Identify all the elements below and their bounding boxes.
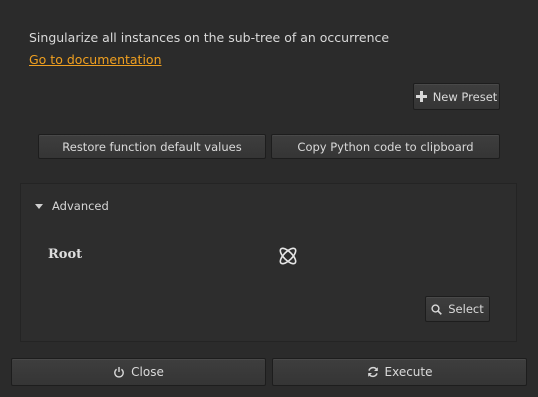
restore-defaults-button[interactable]: Restore function default values (38, 134, 266, 159)
select-button[interactable]: Select (425, 296, 490, 322)
execute-label: Execute (384, 365, 433, 379)
plus-icon (415, 91, 427, 102)
function-description: Singularize all instances on the sub-tre… (29, 30, 390, 45)
restore-defaults-label: Restore function default values (62, 139, 242, 154)
root-parameter-label: Root (48, 247, 83, 262)
new-preset-button[interactable]: New Preset (413, 83, 500, 110)
expand-triangle-icon (35, 203, 43, 209)
copy-python-label: Copy Python code to clipboard (297, 139, 474, 154)
refresh-icon (367, 366, 379, 378)
assembly-icon[interactable] (276, 244, 300, 268)
power-icon (113, 366, 125, 378)
close-button[interactable]: Close (11, 358, 266, 386)
documentation-link[interactable]: Go to documentation (29, 52, 162, 67)
advanced-toggle[interactable]: Advanced (35, 199, 109, 213)
new-preset-label: New Preset (432, 89, 498, 104)
search-icon (431, 303, 443, 315)
select-label: Select (448, 302, 484, 316)
advanced-label: Advanced (52, 199, 109, 213)
execute-button[interactable]: Execute (272, 358, 527, 386)
close-label: Close (131, 365, 164, 379)
copy-python-button[interactable]: Copy Python code to clipboard (271, 134, 500, 159)
